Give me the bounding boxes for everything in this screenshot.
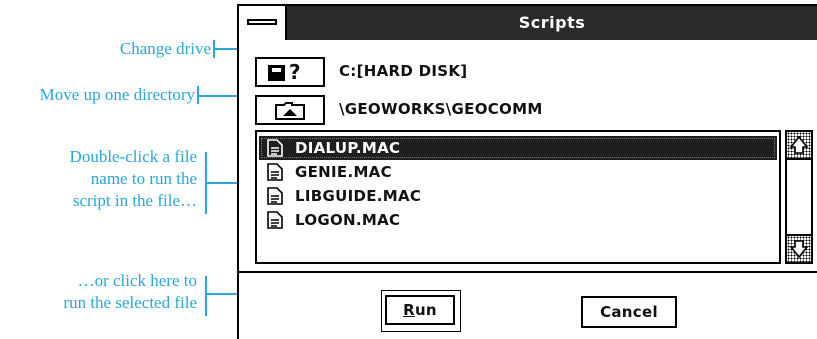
file-item[interactable]: LIBGUIDE.MAC: [259, 184, 777, 208]
run-button[interactable]: Run: [385, 295, 455, 325]
run-mnemonic: R: [403, 301, 415, 319]
file-name: DIALUP.MAC: [295, 139, 401, 157]
change-drive-button[interactable]: ?: [255, 57, 325, 87]
callout-move-up-text: Move up one directory: [39, 85, 195, 104]
title-bar: Scripts: [239, 6, 817, 40]
folder-up-icon: [275, 102, 305, 120]
run-button-default-frame: Run: [381, 290, 461, 332]
callout-run-selected-line2: run the selected file: [63, 293, 197, 312]
scroll-up-button[interactable]: [787, 132, 811, 160]
current-path-label: \GEOWORKS\GEOCOMM: [339, 100, 543, 118]
current-drive-label: C:[HARD DISK]: [339, 62, 468, 80]
drive-question-glyph: ?: [289, 60, 301, 84]
cancel-button[interactable]: Cancel: [581, 296, 677, 328]
window-title: Scripts: [518, 13, 586, 32]
file-list-scrollbar[interactable]: [785, 130, 813, 264]
callout-run-selected-tick: [205, 276, 207, 316]
callout-double-click-line2: name to run the: [90, 169, 197, 188]
file-name: LOGON.MAC: [295, 211, 401, 229]
file-item[interactable]: LOGON.MAC: [259, 208, 777, 232]
document-icon: [267, 163, 283, 181]
scroll-track[interactable]: [787, 160, 811, 234]
scripts-dialog: Scripts ? C:[HARD DISK] \GEOWORKS\GEOCOM…: [237, 4, 817, 339]
callout-run-selected: …or click here to run the selected file: [63, 270, 197, 314]
document-icon: [267, 139, 283, 157]
drive-icon: [268, 65, 285, 81]
callout-double-click-line1: Double-click a file: [69, 147, 197, 166]
document-icon: [267, 211, 283, 229]
arrow-up-icon: [789, 135, 809, 154]
up-directory-button[interactable]: [255, 95, 325, 125]
system-menu-icon: [247, 19, 277, 25]
file-name: LIBGUIDE.MAC: [295, 187, 422, 205]
callout-double-click: Double-click a file name to run the scri…: [70, 146, 197, 212]
system-menu-button[interactable]: [239, 6, 287, 40]
document-icon: [267, 187, 283, 205]
file-name: GENIE.MAC: [295, 163, 392, 181]
file-list: DIALUP.MAC GENIE.MAC LIBGUIDE.MAC LOGON.…: [255, 130, 781, 264]
file-item[interactable]: DIALUP.MAC: [259, 136, 777, 160]
callout-run-selected-line1: …or click here to: [77, 271, 197, 290]
file-item[interactable]: GENIE.MAC: [259, 160, 777, 184]
callout-change-drive: Change drive: [120, 38, 211, 60]
run-label: un: [414, 301, 437, 319]
arrow-down-icon: [789, 240, 809, 259]
button-area-divider: [239, 271, 817, 273]
callout-move-up: Move up one directory: [40, 84, 195, 106]
callout-change-drive-text: Change drive: [119, 39, 211, 58]
scroll-down-button[interactable]: [787, 234, 811, 262]
callout-double-click-line3: script in the file…: [72, 191, 197, 210]
